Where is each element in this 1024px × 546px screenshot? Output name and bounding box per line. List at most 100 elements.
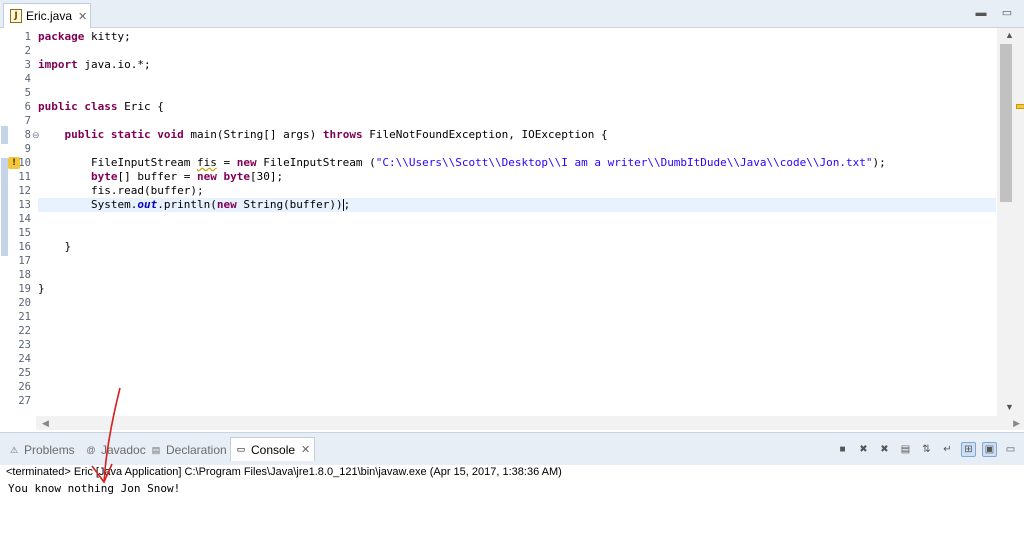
code-line[interactable] bbox=[38, 268, 996, 282]
line-number: 4 bbox=[24, 73, 31, 85]
vertical-scrollbar[interactable]: ▲ ▼ bbox=[997, 28, 1024, 416]
scrollbar-thumb[interactable] bbox=[1000, 44, 1012, 202]
code-line[interactable] bbox=[38, 352, 996, 366]
clear-console-icon[interactable]: ▤ bbox=[898, 442, 913, 457]
overview-warning-marker[interactable] bbox=[1016, 104, 1024, 109]
code-line[interactable] bbox=[38, 296, 996, 310]
panel-tab-bar: ⚠ Problems @ Javadoc ▤ Declaration ▭ Con… bbox=[0, 433, 1024, 465]
word-wrap-icon[interactable]: ↵ bbox=[940, 442, 955, 457]
java-file-icon: J bbox=[10, 9, 22, 23]
console-panel: ⚠ Problems @ Javadoc ▤ Declaration ▭ Con… bbox=[0, 432, 1024, 546]
tab-declaration[interactable]: ▤ Declaration bbox=[150, 440, 227, 460]
scroll-lock-icon[interactable]: ⇅ bbox=[919, 442, 934, 457]
editor-window-controls: ▬ ▭ bbox=[974, 7, 1014, 19]
scroll-down-icon[interactable]: ▼ bbox=[1005, 402, 1014, 412]
code-line[interactable]: } bbox=[38, 282, 996, 296]
line-number: 12 bbox=[18, 185, 31, 197]
keyword-token: void bbox=[157, 128, 184, 141]
code-line[interactable] bbox=[38, 254, 996, 268]
tab-console[interactable]: ▭ Console ✕ bbox=[230, 437, 316, 461]
code-line[interactable] bbox=[38, 114, 996, 128]
keyword-token: class bbox=[84, 100, 118, 113]
line-number: 10 bbox=[18, 157, 31, 169]
keyword-token: byte bbox=[90, 170, 118, 183]
line-number: 14 bbox=[18, 213, 31, 225]
code-line[interactable] bbox=[38, 380, 996, 394]
keyword-token: new bbox=[216, 198, 237, 211]
keyword-token: new bbox=[236, 156, 257, 169]
horizontal-scrollbar[interactable]: ◀ ▶ bbox=[36, 416, 1024, 430]
console-toolbar: ■ ✖ ✖ ▤ ⇅ ↵ ⊞ ▣ ▭ bbox=[835, 442, 1018, 457]
code-token: fis bbox=[196, 156, 217, 169]
line-number: 1 bbox=[24, 31, 31, 43]
keyword-token: public bbox=[64, 128, 105, 141]
code-token: System. bbox=[38, 198, 138, 211]
ruler-highlight bbox=[1, 126, 8, 144]
scroll-left-icon[interactable]: ◀ bbox=[42, 416, 49, 430]
code-line[interactable]: public static void main(String[] args) t… bbox=[38, 128, 996, 142]
code-line[interactable]: package kitty; bbox=[38, 30, 996, 44]
code-line[interactable] bbox=[38, 86, 996, 100]
code-line[interactable]: fis.read(buffer); bbox=[38, 184, 996, 198]
code-line[interactable] bbox=[38, 366, 996, 380]
tab-label: Declaration bbox=[166, 443, 227, 457]
code-line[interactable]: import java.io.*; bbox=[38, 58, 996, 72]
tab-problems[interactable]: ⚠ Problems bbox=[8, 440, 75, 460]
remove-launch-icon[interactable]: ✖ bbox=[856, 442, 871, 457]
code-line[interactable]: byte[] buffer = new byte[30]; bbox=[38, 170, 996, 184]
editor-tab-label: Eric.java bbox=[26, 9, 73, 23]
problems-icon: ⚠ bbox=[9, 444, 19, 455]
code-token: [30]; bbox=[249, 170, 284, 183]
code-token: = bbox=[216, 156, 237, 169]
code-line[interactable]: System.out.println(new String(buffer)); bbox=[38, 198, 996, 212]
scroll-right-icon[interactable]: ▶ bbox=[1013, 416, 1020, 430]
code-editor[interactable]: ⊖ ! 1 2 3 4 5 6 7 8 9 10 11 12 13 14 15 16 17 18 19 20 21 22 2… bbox=[0, 28, 1024, 430]
editor-tab-eric-java[interactable]: J Eric.java ✕ bbox=[3, 3, 91, 28]
tab-label: Javadoc bbox=[101, 443, 146, 457]
code-token: FileInputStream ( bbox=[256, 156, 376, 169]
keyword-token: import bbox=[38, 58, 78, 71]
minimize-icon[interactable]: ▬ bbox=[974, 7, 988, 19]
line-number: 15 bbox=[18, 227, 31, 239]
console-output[interactable]: You know nothing Jon Snow! bbox=[8, 482, 180, 495]
open-console-icon[interactable]: ▭ bbox=[1003, 442, 1018, 457]
code-token: FileNotFoundException, IOException { bbox=[362, 128, 608, 141]
code-line[interactable] bbox=[38, 338, 996, 352]
code-line[interactable] bbox=[38, 72, 996, 86]
code-line[interactable]: public class Eric { bbox=[38, 100, 996, 114]
editor-tab-bar: J Eric.java ✕ ▬ ▭ bbox=[0, 0, 1024, 28]
code-line[interactable] bbox=[38, 394, 996, 408]
maximize-icon[interactable]: ▭ bbox=[1000, 7, 1014, 19]
code-line[interactable] bbox=[38, 226, 996, 240]
code-token: String(buffer)) bbox=[236, 198, 343, 211]
code-line[interactable] bbox=[38, 212, 996, 226]
code-token: ; bbox=[343, 198, 351, 211]
line-number: 18 bbox=[18, 269, 31, 281]
display-selected-console-icon[interactable]: ▣ bbox=[982, 442, 997, 457]
close-icon[interactable]: ✕ bbox=[301, 443, 310, 456]
line-number: 19 bbox=[18, 283, 31, 295]
line-number: 3 bbox=[24, 59, 31, 71]
code-line[interactable] bbox=[38, 44, 996, 58]
scroll-up-icon[interactable]: ▲ bbox=[1005, 30, 1014, 40]
stop-icon[interactable]: ■ bbox=[835, 442, 850, 457]
close-icon[interactable]: ✕ bbox=[78, 10, 87, 23]
declaration-icon: ▤ bbox=[151, 444, 161, 455]
line-number: 7 bbox=[24, 115, 31, 127]
code-line[interactable] bbox=[38, 324, 996, 338]
console-status: <terminated> Eric [Java Application] C:\… bbox=[6, 466, 562, 478]
keyword-token: static bbox=[110, 128, 151, 141]
line-number-gutter: ⊖ ! 1 2 3 4 5 6 7 8 9 10 11 12 13 14 15 16 17 18 19 20 21 22 2… bbox=[8, 28, 40, 416]
string-token: "C:\\Users\\Scott\\Desktop\\I am a write… bbox=[375, 156, 873, 169]
remove-all-terminated-icon[interactable]: ✖ bbox=[877, 442, 892, 457]
code-line[interactable] bbox=[38, 310, 996, 324]
code-line[interactable]: FileInputStream fis = new FileInputStrea… bbox=[38, 156, 996, 170]
javadoc-icon: @ bbox=[86, 444, 96, 455]
code-line[interactable] bbox=[38, 142, 996, 156]
tab-javadoc[interactable]: @ Javadoc bbox=[85, 440, 146, 460]
code-area[interactable]: package kitty; import java.io.*; public cl… bbox=[38, 28, 996, 416]
code-line[interactable]: } bbox=[38, 240, 996, 254]
pin-console-icon[interactable]: ⊞ bbox=[961, 442, 976, 457]
